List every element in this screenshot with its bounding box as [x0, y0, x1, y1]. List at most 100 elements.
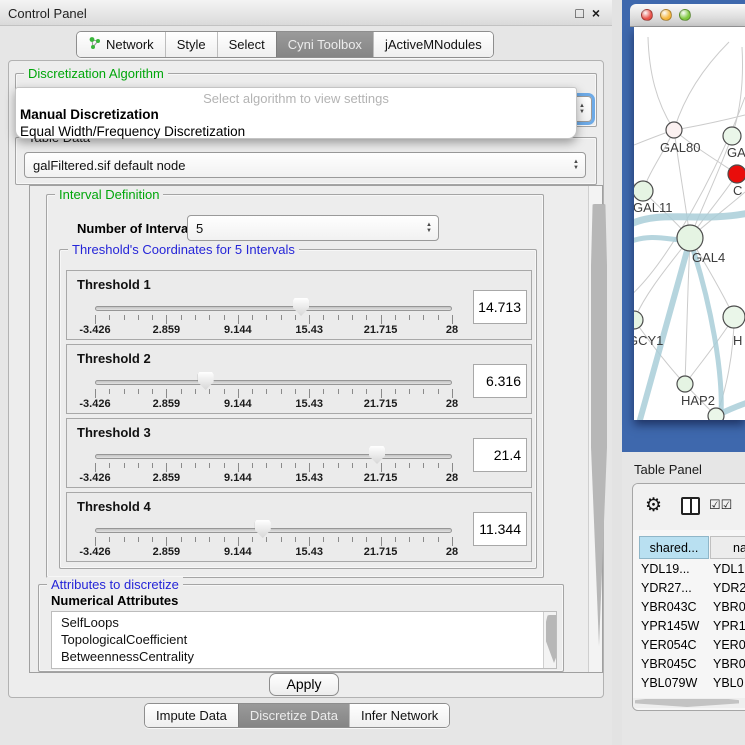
- apply-button[interactable]: Apply: [269, 673, 339, 696]
- tab-label: Cyni Toolbox: [288, 37, 362, 52]
- cell-name: YBL0: [713, 676, 744, 690]
- dropdown-options: Manual DiscretizationEqual Width/Frequen…: [16, 106, 576, 140]
- cell-shared-name: YBL079W: [641, 676, 697, 690]
- threshold-value-field[interactable]: 14.713: [473, 290, 527, 324]
- interval-definition-group: Interval Definition Number of Intervals …: [46, 194, 544, 578]
- column-header-shared[interactable]: shared...: [639, 536, 709, 559]
- attribute-list-item[interactable]: TopologicalCoefficient: [52, 631, 556, 648]
- column-header-name[interactable]: na: [710, 536, 745, 559]
- table-row[interactable]: YDL19... YDL1: [633, 560, 745, 579]
- network-node[interactable]: [723, 306, 745, 328]
- tab-jactivemnodules[interactable]: jActiveMNodules: [373, 32, 493, 57]
- network-canvas[interactable]: GAL80GACGAL11GAL4GCY1HHAP2: [634, 27, 745, 420]
- threshold-label: Threshold 2: [77, 351, 151, 366]
- table-data-combo[interactable]: galFiltered.sif default node ▲▼: [24, 152, 586, 178]
- dropdown-hint: Select algorithm to view settings: [16, 88, 576, 106]
- slider-track[interactable]: [95, 528, 452, 533]
- gear-icon[interactable]: ⚙: [645, 494, 662, 517]
- cell-shared-name: YDR27...: [641, 581, 692, 595]
- threshold-value-field[interactable]: 21.4: [473, 438, 527, 472]
- slider-tick-labels: -3.4262.8599.14415.4321.71528: [95, 324, 452, 336]
- close-window-icon[interactable]: ×: [592, 4, 600, 22]
- network-node[interactable]: [666, 122, 682, 138]
- network-node-label: H: [733, 333, 742, 348]
- slider-track[interactable]: [95, 306, 452, 311]
- network-node[interactable]: [708, 408, 724, 420]
- network-node-label: GA: [727, 145, 745, 160]
- settings-scrollbar[interactable]: [588, 186, 602, 672]
- tab-label: Style: [177, 37, 206, 52]
- table-row[interactable]: YDR27... YDR2: [633, 579, 745, 598]
- network-node[interactable]: [677, 225, 703, 251]
- slider-tick-labels: -3.4262.8599.14415.4321.71528: [95, 546, 452, 558]
- attribute-list-item[interactable]: SelfLoops: [52, 614, 556, 631]
- attributes-group-title: Attributes to discretize: [47, 577, 183, 592]
- numerical-attributes-list[interactable]: SelfLoopsTopologicalCoefficientBetweenne…: [51, 611, 557, 669]
- tab-label: Discretize Data: [250, 708, 338, 723]
- threshold-value-field[interactable]: 11.344: [473, 512, 527, 546]
- tab-network[interactable]: Network: [77, 32, 165, 57]
- slider-thumb[interactable]: [369, 446, 385, 464]
- bottom-tab-bar: Impute Data Discretize Data Infer Network: [144, 703, 450, 728]
- slider-thumb[interactable]: [255, 520, 271, 538]
- tab-select[interactable]: Select: [217, 32, 276, 57]
- slider-tick-labels: -3.4262.8599.14415.4321.71528: [95, 472, 452, 484]
- table-row[interactable]: YBL079W YBL0: [633, 674, 745, 693]
- float-window-icon[interactable]: □: [575, 4, 583, 22]
- window-title: Control Panel: [8, 6, 87, 21]
- table-row[interactable]: YBR045CYBR0: [633, 655, 745, 674]
- settings-scrollpane: Interval Definition Number of Intervals …: [29, 185, 603, 673]
- threshold-label: Threshold 3: [77, 425, 151, 440]
- slider-track[interactable]: [95, 380, 452, 385]
- thresholds-group: Threshold's Coordinates for 5 Intervals …: [59, 249, 537, 569]
- mac-zoom-button[interactable]: [679, 9, 691, 21]
- bottom-tab-impute-data[interactable]: Impute Data: [145, 704, 238, 727]
- tab-label: jActiveMNodules: [385, 37, 482, 52]
- checkbox-pair-icon[interactable]: ☑☑: [709, 497, 732, 513]
- attributes-group: Attributes to discretize Numerical Attri…: [38, 584, 564, 672]
- table-panel-toolbar: ⚙ ☑☑: [633, 484, 745, 530]
- attribute-list-item[interactable]: BetweennessCentrality: [52, 648, 556, 665]
- cell-name: YDR2: [713, 581, 745, 595]
- cell-name: YDL1: [713, 562, 744, 576]
- network-node-label: GAL80: [660, 140, 700, 155]
- network-node[interactable]: [677, 376, 693, 392]
- number-of-intervals-combo[interactable]: 5 ▲▼: [187, 215, 439, 241]
- split-columns-icon[interactable]: [681, 497, 700, 515]
- table-horizontal-scrollbar[interactable]: [633, 698, 745, 708]
- table-row[interactable]: YER054CYER0: [633, 636, 745, 655]
- algorithm-dropdown-popup: Select algorithm to view settings Manual…: [15, 87, 577, 139]
- network-desktop: GAL80GACGAL11GAL4GCY1HHAP2: [622, 0, 745, 452]
- slider-track[interactable]: [95, 454, 452, 459]
- bottom-tab-infer-network[interactable]: Infer Network: [349, 704, 449, 727]
- table-row[interactable]: YPR145WYPR1: [633, 617, 745, 636]
- mac-minimize-button[interactable]: [660, 9, 672, 21]
- slider-thumb[interactable]: [198, 372, 214, 390]
- network-node[interactable]: [723, 127, 741, 145]
- threshold-panel: Threshold 1 -3.4262.8599.14415.4321.71528…: [66, 270, 532, 340]
- dropdown-option[interactable]: Manual Discretization: [16, 106, 576, 123]
- cell-shared-name: YBR043C: [641, 600, 697, 614]
- tab-style[interactable]: Style: [165, 32, 217, 57]
- cell-shared-name: YDL19...: [641, 562, 690, 576]
- network-window-titlebar[interactable]: [630, 4, 745, 27]
- network-graph: GAL80GACGAL11GAL4GCY1HHAP2: [634, 27, 745, 420]
- table-row[interactable]: YLR345WYLR3: [633, 693, 745, 697]
- cell-name: YLR3: [713, 695, 744, 697]
- tab-cyni-toolbox[interactable]: Cyni Toolbox: [276, 32, 373, 57]
- network-node[interactable]: [634, 181, 653, 201]
- slider-thumb[interactable]: [293, 298, 309, 316]
- table-row[interactable]: YBR043C YBR0: [633, 598, 745, 617]
- cell-name: YBR0: [713, 600, 745, 614]
- tab-label: Impute Data: [156, 708, 227, 723]
- network-node[interactable]: [634, 311, 643, 329]
- threshold-value-field[interactable]: 6.316: [473, 364, 527, 398]
- network-node[interactable]: [728, 165, 745, 183]
- mac-close-button[interactable]: [641, 9, 653, 21]
- control-panel-titlebar: Control Panel □ ×: [0, 0, 612, 26]
- dropdown-option[interactable]: Equal Width/Frequency Discretization: [16, 123, 576, 140]
- attributes-scrollbar[interactable]: [543, 612, 556, 668]
- bottom-tab-discretize-data[interactable]: Discretize Data: [238, 704, 349, 727]
- threshold-label: Threshold 1: [77, 277, 151, 292]
- threshold-panel: Threshold 4-3.4262.8599.14415.4321.71528…: [66, 492, 532, 562]
